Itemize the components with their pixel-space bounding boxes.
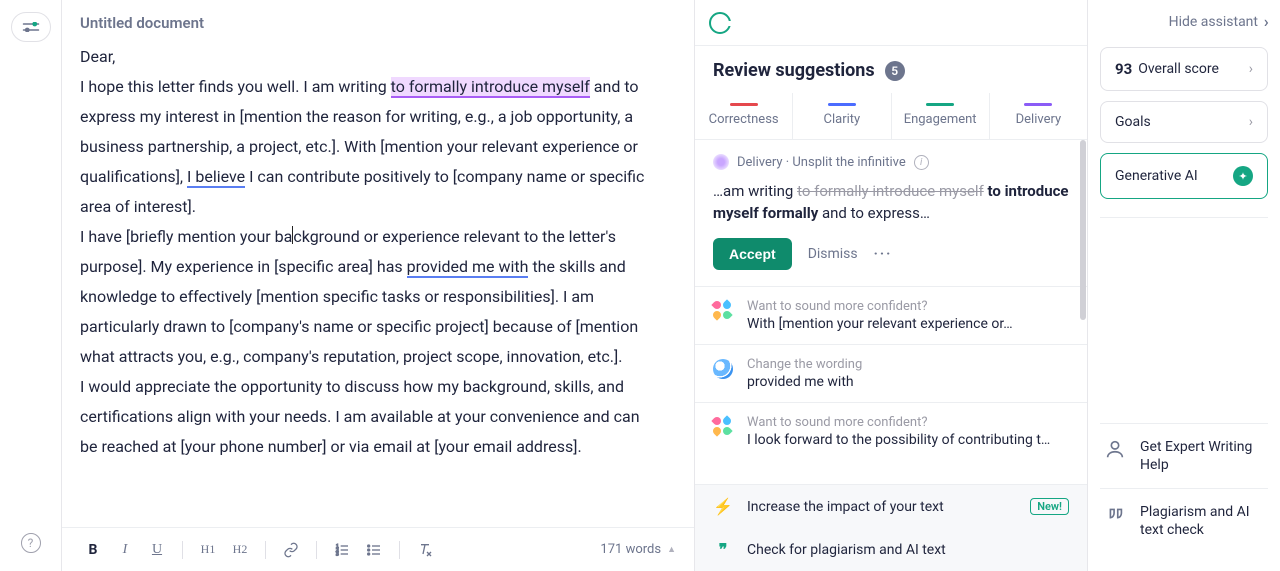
confidence-icon: [713, 301, 731, 319]
suggestion-hint: Want to sound more confident?: [747, 299, 1069, 314]
dismiss-button[interactable]: Dismiss: [808, 246, 858, 262]
increase-impact-button[interactable]: ⚡ Increase the impact of your text New!: [695, 485, 1087, 528]
chevron-right-icon: ›: [1249, 114, 1253, 130]
toolbar-divider: [399, 541, 400, 559]
accept-button[interactable]: Accept: [713, 238, 792, 270]
link-icon: [283, 542, 299, 558]
italic-button[interactable]: I: [112, 537, 138, 563]
link-button[interactable]: [278, 537, 304, 563]
suggestion-body: With [mention your relevant experience o…: [747, 316, 1069, 332]
document-title[interactable]: Untitled document: [62, 0, 694, 42]
overall-score-card[interactable]: 93 Overall score ›: [1100, 47, 1268, 91]
suggestion-body: provided me with: [747, 374, 1069, 390]
grammarly-logo-icon: [709, 12, 731, 34]
help-icon[interactable]: ?: [21, 533, 41, 553]
side-link-label: Plagiarism and AI text check: [1140, 503, 1264, 539]
suggestion-count-badge: 5: [885, 61, 905, 81]
delivery-dot-icon: [713, 154, 729, 170]
paragraph-3: I would appreciate the opportunity to di…: [80, 372, 654, 462]
sidebar-divider: [1100, 217, 1268, 218]
sparkle-icon: ✦: [1233, 166, 1253, 186]
tab-delivery[interactable]: Delivery: [990, 93, 1087, 139]
review-tabs: Correctness Clarity Engagement Delivery: [695, 93, 1087, 140]
sidebar-toggle-button[interactable]: [11, 12, 51, 42]
paragraph-2: I have [briefly mention your background …: [80, 222, 654, 372]
chevron-right-icon: ›: [1249, 61, 1253, 77]
underline-clarity[interactable]: provided me with: [407, 257, 529, 278]
highlight-delivery[interactable]: to formally introduce myself: [391, 77, 590, 98]
rewording-icon: [713, 359, 733, 379]
clear-format-button[interactable]: [412, 537, 438, 563]
tab-correctness[interactable]: Correctness: [695, 93, 793, 139]
side-link-label: Get Expert Writing Help: [1140, 438, 1264, 474]
tab-engagement[interactable]: Engagement: [892, 93, 990, 139]
chevron-up-icon: ▲: [667, 544, 676, 555]
expert-icon: [1104, 438, 1126, 464]
suggestion-text: …am writing to formally introduce myself…: [713, 180, 1069, 224]
bolt-icon: ⚡: [713, 497, 733, 516]
scrollbar[interactable]: [1080, 140, 1086, 320]
h1-button[interactable]: H1: [195, 537, 221, 563]
bold-button[interactable]: B: [80, 537, 106, 563]
clear-format-icon: [417, 542, 433, 558]
score-value: 93: [1115, 60, 1132, 78]
footer-item-label: Increase the impact of your text: [747, 499, 944, 515]
word-count[interactable]: 171 words▲: [600, 542, 676, 557]
score-label: Overall score: [1138, 61, 1219, 77]
goals-card[interactable]: Goals ›: [1100, 101, 1268, 143]
quote-outline-icon: [1104, 503, 1126, 529]
suggestion-hint: Want to sound more confident?: [747, 415, 1069, 430]
unordered-list-button[interactable]: [361, 537, 387, 563]
format-toolbar: B I U H1 H2 123: [80, 537, 438, 563]
toolbar-divider: [182, 541, 183, 559]
toolbar-divider: [316, 541, 317, 559]
underline-clarity[interactable]: I believe: [187, 167, 245, 188]
suggestion-item[interactable]: Change the wording provided me with: [695, 344, 1087, 402]
footer-item-label: Check for plagiarism and AI text: [747, 542, 946, 558]
confidence-icon: [713, 417, 731, 435]
paragraph-1: I hope this letter finds you well. I am …: [80, 72, 654, 222]
generative-ai-card[interactable]: Generative AI ✦: [1100, 153, 1268, 199]
plagiarism-check-button[interactable]: ❞ Check for plagiarism and AI text: [695, 528, 1087, 571]
info-icon[interactable]: i: [914, 155, 929, 170]
tab-clarity[interactable]: Clarity: [793, 93, 891, 139]
unordered-list-icon: [366, 542, 382, 558]
ordered-list-button[interactable]: 123: [329, 537, 355, 563]
review-title: Review suggestions: [713, 60, 875, 81]
plagiarism-link[interactable]: Plagiarism and AI text check: [1100, 488, 1268, 553]
suggestion-hint: Change the wording: [747, 357, 1069, 372]
quote-icon: ❞: [713, 540, 733, 559]
svg-text:3: 3: [336, 551, 339, 557]
sidebar-toggle-icon: [22, 22, 40, 32]
h2-button[interactable]: H2: [227, 537, 253, 563]
suggestion-item[interactable]: Want to sound more confident? With [menti…: [695, 286, 1087, 344]
document-body[interactable]: Dear, I hope this letter finds you well.…: [62, 42, 694, 527]
hide-assistant-button[interactable]: Hide assistant ››: [1100, 12, 1268, 31]
new-badge: New!: [1030, 498, 1069, 515]
toolbar-divider: [265, 541, 266, 559]
greeting-line: Dear,: [80, 42, 654, 72]
ordered-list-icon: 123: [334, 542, 350, 558]
underline-button[interactable]: U: [144, 537, 170, 563]
expert-help-link[interactable]: Get Expert Writing Help: [1100, 423, 1268, 488]
suggestion-category: Delivery · Unsplit the infinitive: [737, 155, 906, 170]
suggestion-card-main: Delivery · Unsplit the infinitive i …am …: [695, 140, 1087, 286]
suggestion-body: I look forward to the possibility of con…: [747, 432, 1069, 448]
more-options-button[interactable]: ···: [874, 246, 893, 262]
suggestion-item[interactable]: Want to sound more confident? I look forw…: [695, 402, 1087, 460]
